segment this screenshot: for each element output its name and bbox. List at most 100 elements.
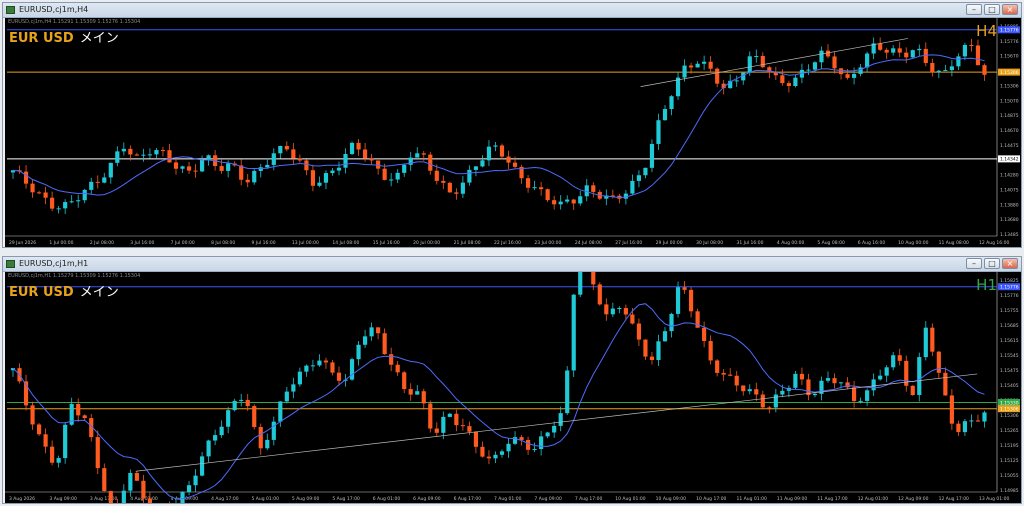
candle-body (936, 70, 941, 73)
candle-body (304, 365, 309, 372)
candle-body (512, 162, 518, 167)
symbol-label: EUR USD メイン (9, 281, 119, 300)
candle-body (865, 53, 870, 68)
time-tick-label: 12 Aug 16:00 (979, 240, 1009, 246)
candle-body (284, 391, 289, 402)
candle-body (252, 170, 257, 183)
candle-body (160, 150, 166, 152)
time-tick-label: 12 Aug 17:00 (939, 496, 969, 502)
price-level-tag-label: 1.15776 (1000, 28, 1019, 34)
candle-body (415, 153, 420, 158)
time-tick-label: 9 Jul 16:00 (252, 240, 276, 246)
candle-body (434, 428, 439, 433)
candle-body (604, 304, 609, 315)
moving-average-line (12, 303, 985, 500)
time-tick-label: 5 Aug 01:00 (252, 496, 280, 502)
candle-body (760, 55, 765, 68)
minimize-button[interactable]: – (966, 258, 982, 269)
price-tick-label: 1.15825 (1000, 278, 1019, 284)
candle-body (323, 360, 329, 363)
candle-body (199, 456, 205, 476)
time-tick-label: 8 Jul 08:00 (211, 240, 235, 246)
candle-body (121, 148, 126, 152)
candle-body (95, 181, 100, 183)
candle-body (82, 415, 87, 419)
candle-body (428, 403, 433, 429)
candle-body (63, 424, 68, 459)
candle-body (82, 189, 87, 201)
candle-body (688, 289, 694, 312)
candle-body (754, 55, 759, 57)
candle-body (923, 48, 928, 64)
time-tick-label: 4 Aug 00:00 (777, 240, 805, 246)
candle-body (219, 426, 224, 436)
time-tick-label: 15 Jul 16:00 (373, 240, 400, 246)
time-tick-label: 5 Aug 09:00 (292, 496, 320, 502)
window-titlebar[interactable]: EURUSD,cj1m,H1 – □ × (3, 257, 1021, 272)
maximize-button[interactable]: □ (984, 4, 1000, 15)
price-tick-label: 1.13485 (1000, 232, 1019, 238)
price-tick-label: 1.15545 (1000, 353, 1019, 359)
candle-body (428, 154, 433, 171)
candle-body (421, 391, 426, 404)
time-tick-label: 27 Jul 16:00 (615, 240, 642, 246)
time-tick-label: 13 Aug 01:00 (979, 496, 1009, 502)
candle-body (793, 77, 798, 87)
candle-body (688, 65, 694, 68)
window-titlebar[interactable]: EURUSD,cj1m,H4 – □ × (3, 3, 1021, 18)
candle-body (519, 437, 524, 440)
price-tick-label: 1.15306 (1000, 83, 1019, 89)
candle-body (558, 201, 563, 205)
candle-body (265, 439, 270, 449)
candle-body (258, 167, 263, 171)
close-button[interactable]: × (1002, 4, 1018, 15)
candle-body (741, 385, 746, 392)
time-tick-label: 3 Aug 2026 (9, 496, 35, 502)
candle-body (447, 182, 452, 193)
candle-body (30, 405, 35, 425)
candle-body (532, 187, 537, 189)
price-chart[interactable]: 1.15825 1.15776 1.15755 1.15685 1.15615 1.155… (5, 272, 1021, 503)
minimize-button[interactable]: – (966, 4, 982, 15)
candle-body (193, 170, 198, 172)
candle-body (376, 327, 381, 334)
symbol-subtitle: メイン (79, 31, 119, 46)
candle-body (656, 341, 661, 360)
candle-body (271, 153, 276, 165)
candle-body (923, 327, 928, 358)
candle-body (910, 50, 915, 58)
candle-body (702, 61, 707, 64)
close-button[interactable]: × (1002, 258, 1018, 269)
candle-body (539, 187, 544, 190)
candle-body (506, 156, 511, 163)
time-tick-label: 10 Aug 01:00 (615, 496, 645, 502)
candle-body (591, 185, 596, 192)
candle-body (76, 200, 81, 202)
candle-body (571, 294, 576, 371)
moving-average-line (12, 54, 985, 199)
candle-body (173, 162, 179, 169)
candle-body (806, 69, 811, 71)
price-chart[interactable]: 1.158851.157761.156701.154751.153061.150… (5, 18, 1021, 247)
time-tick-label: 29 Jun 2026 (9, 240, 36, 246)
candle-body (904, 52, 909, 58)
symbol-name: EUR USD (9, 285, 74, 300)
candle-body (565, 370, 570, 414)
chart-window-h4[interactable]: EURUSD,cj1m,H4 – □ × 1.158851.157761.156… (2, 2, 1022, 248)
candle-body (754, 389, 759, 395)
chart-window-h1[interactable]: EURUSD,cj1m,H1 – □ × 1.15825 1.15776 1.157… (2, 256, 1022, 504)
maximize-button[interactable]: □ (984, 258, 1000, 269)
candle-body (910, 385, 915, 395)
time-tick-label: 11 Aug 01:00 (737, 496, 767, 502)
candle-body (819, 50, 824, 63)
candle-body (578, 272, 583, 295)
candle-body (362, 336, 368, 345)
candle-body (832, 56, 837, 69)
candle-body (493, 145, 498, 147)
candle-body (167, 150, 172, 163)
price-tick-label: 1.15776 (1000, 39, 1019, 45)
candle-body (636, 175, 642, 181)
candle-body (102, 177, 107, 183)
candle-body (480, 160, 485, 167)
candle-body (245, 399, 250, 407)
